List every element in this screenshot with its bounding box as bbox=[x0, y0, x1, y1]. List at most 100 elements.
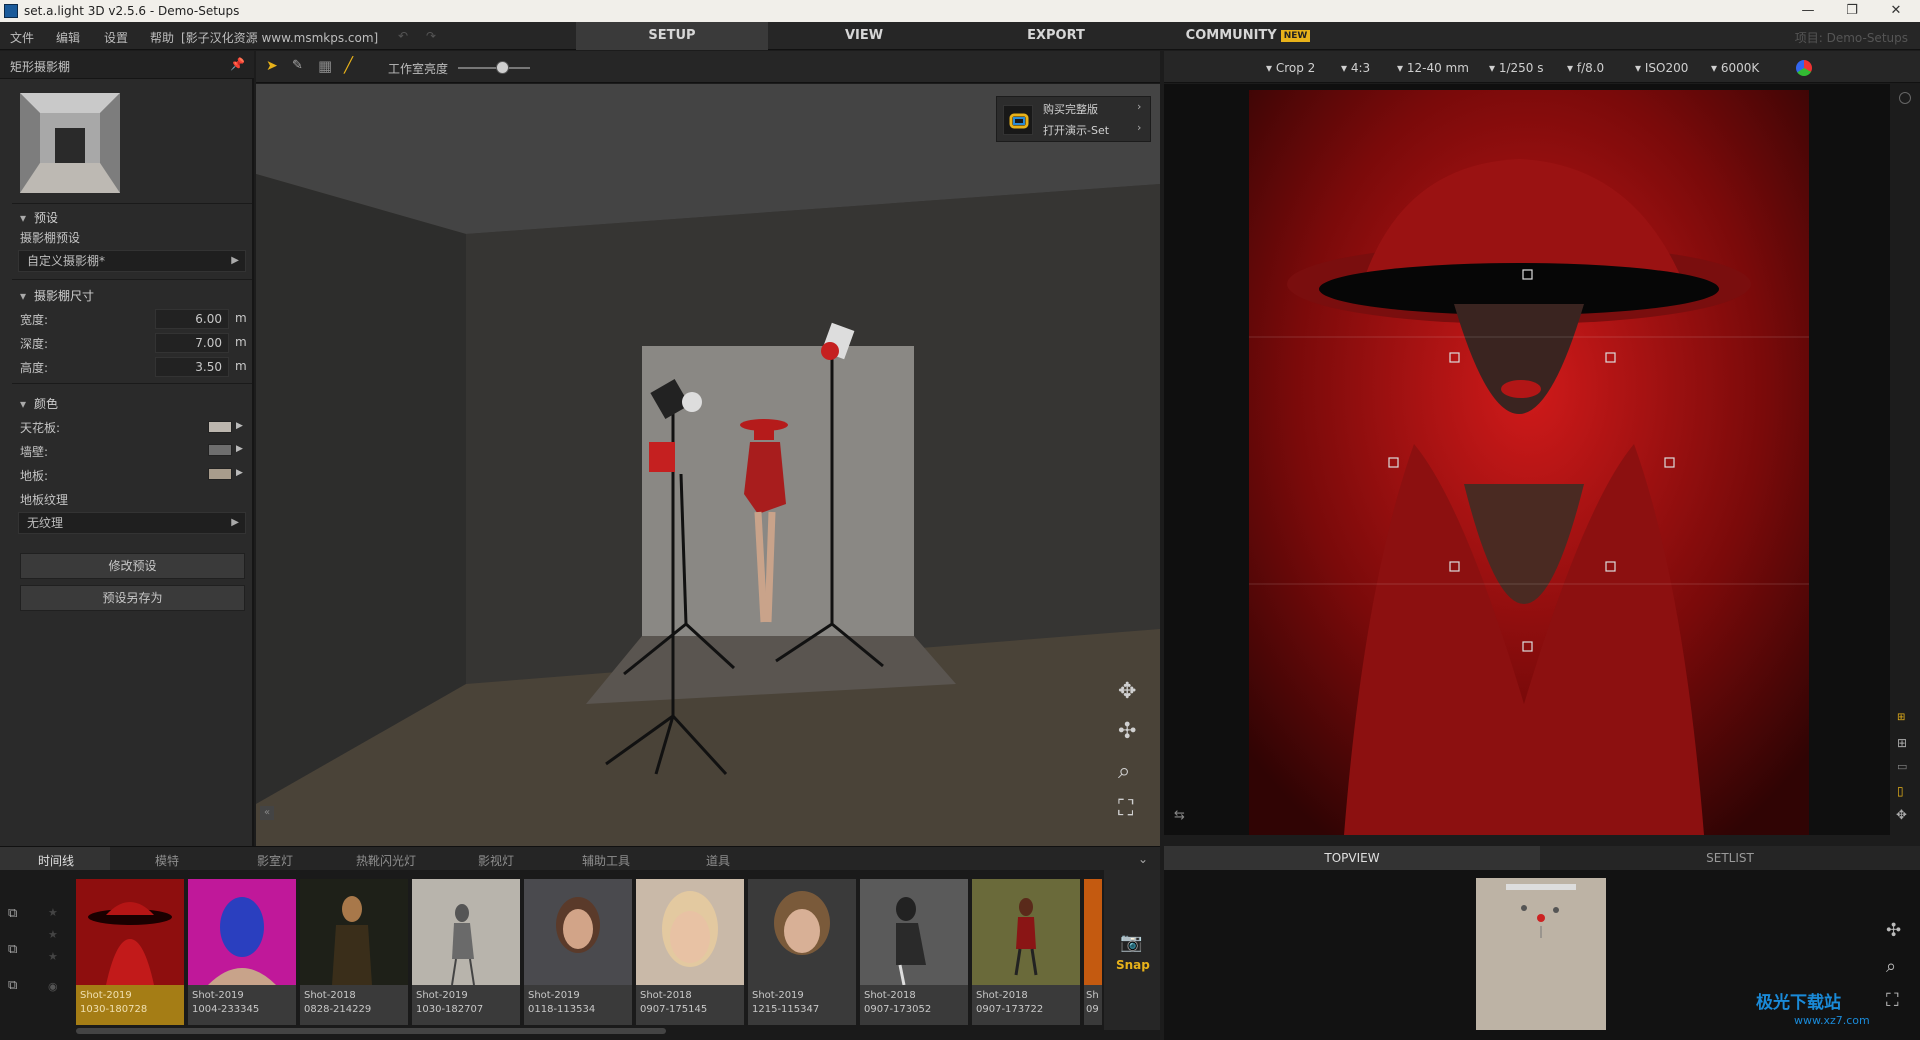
white-balance-dropdown[interactable]: ▾ 6000K bbox=[1711, 61, 1759, 75]
timeline-thumbnail[interactable]: Shot-2019 0118-113534 bbox=[524, 879, 632, 1025]
iso-dropdown[interactable]: ▾ ISO200 bbox=[1635, 61, 1688, 75]
timeline-thumbnail[interactable]: Shot-2019 1030-180728 bbox=[76, 879, 184, 1025]
select-cursor-icon[interactable]: ➤ bbox=[266, 58, 278, 74]
timeline-thumbnail[interactable]: Shot-2019 1215-115347 bbox=[748, 879, 856, 1025]
chevron-right-icon[interactable]: ▶ bbox=[236, 421, 243, 431]
frame-icon[interactable]: ▯ bbox=[1897, 784, 1904, 798]
pan-icon[interactable]: ✣ bbox=[1118, 719, 1136, 744]
brightness-slider-handle[interactable] bbox=[496, 61, 509, 74]
snap-button[interactable]: 📷 Snap bbox=[1104, 870, 1160, 1030]
tab-export[interactable]: EXPORT bbox=[960, 22, 1152, 50]
timeline-thumbnail[interactable]: Shot-2018 0907-173722 bbox=[972, 879, 1080, 1025]
community-label: COMMUNITY bbox=[1185, 28, 1277, 43]
tab-topview[interactable]: TOPVIEW bbox=[1164, 846, 1540, 870]
aperture-dropdown[interactable]: ▾ f/8.0 bbox=[1567, 61, 1604, 75]
tab-setup[interactable]: SETUP bbox=[576, 22, 768, 50]
tab-speedlights[interactable]: 热靴闪光灯 bbox=[356, 852, 416, 869]
swap-icon[interactable]: ⇆ bbox=[1174, 808, 1185, 823]
height-input[interactable]: 3.50 bbox=[155, 357, 229, 377]
tab-timeline[interactable]: 时间线 bbox=[38, 852, 74, 869]
texture-dropdown[interactable]: 无纹理 ▶ bbox=[18, 512, 246, 534]
menu-help[interactable]: 帮助 bbox=[150, 29, 174, 46]
fit-view-icon[interactable]: ⛶ bbox=[1886, 990, 1899, 1011]
fit-view-icon[interactable]: ⛶ bbox=[1118, 796, 1133, 821]
shutter-dropdown[interactable]: ▾ 1/250 s bbox=[1489, 61, 1544, 75]
size-section[interactable]: 摄影棚尺寸 bbox=[20, 287, 94, 304]
wall-color-swatch[interactable] bbox=[208, 444, 232, 456]
save-preset-as-button[interactable]: 预设另存为 bbox=[20, 585, 245, 611]
topview-panel[interactable]: ✣ ⌕ ⛶ 极光下载站 www.xz7.com bbox=[1164, 870, 1920, 1040]
crop-dropdown[interactable]: ▾ Crop 2 bbox=[1266, 61, 1315, 75]
timeline-thumbnail[interactable]: Sh 09 bbox=[1084, 879, 1102, 1025]
chevron-right-icon[interactable]: ▶ bbox=[236, 444, 243, 454]
redo-icon[interactable]: ↷ bbox=[426, 29, 436, 43]
color-channels-icon[interactable] bbox=[1796, 60, 1812, 76]
collapse-panel-icon[interactable]: « bbox=[260, 806, 274, 820]
close-icon[interactable]: ✕ bbox=[1874, 2, 1918, 20]
overlay-toggle-icon[interactable]: ⊞ bbox=[1897, 712, 1905, 723]
orbit-icon[interactable]: ✥ bbox=[1118, 679, 1136, 704]
grid-icon[interactable]: ▦ bbox=[318, 57, 332, 75]
histogram-icon[interactable]: ▭ bbox=[1897, 760, 1907, 773]
demo-overlay-menu: 购买完整版 › 打开演示-Set › bbox=[996, 96, 1151, 142]
star-icon[interactable]: ★ bbox=[48, 928, 58, 941]
chevron-right-icon[interactable]: ▶ bbox=[236, 468, 243, 478]
line-tool-icon[interactable]: ╱ bbox=[344, 56, 353, 74]
pin-icon[interactable]: 📌 bbox=[230, 57, 245, 71]
buy-full-version-link[interactable]: 购买完整版 bbox=[1043, 101, 1098, 117]
studio-preview[interactable] bbox=[20, 93, 120, 193]
height-label: 高度: bbox=[20, 361, 49, 375]
timeline-thumbnail[interactable]: Shot-2019 1004-233345 bbox=[188, 879, 296, 1025]
lens-dropdown[interactable]: ▾ 12-40 mm bbox=[1397, 61, 1469, 75]
pan-icon[interactable]: ✣ bbox=[1886, 920, 1901, 941]
brightness-slider-track[interactable] bbox=[458, 67, 530, 69]
move-icon[interactable]: ✥ bbox=[1896, 808, 1907, 823]
tab-helpers[interactable]: 辅助工具 bbox=[582, 852, 630, 869]
star-icon[interactable]: ★ bbox=[48, 950, 58, 963]
timeline-thumbnail[interactable]: Shot-2018 0907-173052 bbox=[860, 879, 968, 1025]
ratio-dropdown[interactable]: ▾ 4:3 bbox=[1341, 61, 1370, 75]
minimize-icon[interactable]: — bbox=[1786, 2, 1830, 20]
thumb-time: 1215-115347 bbox=[752, 1004, 820, 1015]
star-icon[interactable]: ★ bbox=[48, 906, 58, 919]
chevron-right-icon: › bbox=[1137, 121, 1142, 134]
tab-props[interactable]: 道具 bbox=[706, 852, 730, 869]
tab-setlist[interactable]: SETLIST bbox=[1540, 846, 1920, 870]
chevron-down-icon[interactable]: ⌄ bbox=[1138, 852, 1148, 866]
floor-color-swatch[interactable] bbox=[208, 468, 232, 480]
ceiling-color-swatch[interactable] bbox=[208, 421, 232, 433]
eye-icon[interactable]: ◉ bbox=[48, 980, 58, 993]
undo-icon[interactable]: ↶ bbox=[398, 29, 408, 43]
open-demo-set-link[interactable]: 打开演示-Set bbox=[1043, 122, 1109, 138]
color-section[interactable]: 颜色 bbox=[20, 395, 58, 412]
menu-settings[interactable]: 设置 bbox=[104, 29, 128, 46]
tab-community[interactable]: COMMUNITY NEW bbox=[1152, 22, 1344, 50]
tab-studio-lights[interactable]: 影室灯 bbox=[257, 852, 293, 869]
compare-icon[interactable]: ⧉ bbox=[8, 942, 17, 957]
depth-input[interactable]: 7.00 bbox=[155, 333, 229, 353]
menu-file[interactable]: 文件 bbox=[10, 29, 34, 46]
filmstrip-scrollbar[interactable] bbox=[76, 1028, 666, 1034]
modify-preset-button[interactable]: 修改预设 bbox=[20, 553, 245, 579]
tab-models[interactable]: 模特 bbox=[155, 852, 179, 869]
preset-dropdown[interactable]: 自定义摄影棚* ▶ bbox=[18, 250, 246, 272]
timeline-thumbnail[interactable]: Shot-2018 0828-214229 bbox=[300, 879, 408, 1025]
preset-section[interactable]: 预设 bbox=[20, 209, 58, 226]
width-input[interactable]: 6.00 bbox=[155, 309, 229, 329]
export-shot-icon[interactable]: ⧉ bbox=[8, 978, 17, 993]
chevron-right-icon: ▶ bbox=[231, 255, 239, 266]
zoom-icon[interactable]: ⌕ bbox=[1118, 759, 1130, 784]
new-badge: NEW bbox=[1280, 29, 1311, 42]
studio-3d-viewport[interactable]: 购买完整版 › 打开演示-Set › ✥ ✣ ⌕ ⛶ « bbox=[256, 84, 1160, 846]
add-shot-icon[interactable]: ⧉ bbox=[8, 906, 17, 921]
photo-preview[interactable]: ⇆ bbox=[1164, 84, 1890, 835]
tab-view[interactable]: VIEW bbox=[768, 22, 960, 50]
tab-video-lights[interactable]: 影视灯 bbox=[478, 852, 514, 869]
timeline-thumbnail[interactable]: Shot-2018 0907-175145 bbox=[636, 879, 744, 1025]
zoom-icon[interactable]: ⌕ bbox=[1886, 956, 1896, 977]
grid-overlay-icon[interactable]: ⊞ bbox=[1897, 736, 1907, 750]
timeline-thumbnail[interactable]: Shot-2019 1030-182707 bbox=[412, 879, 520, 1025]
pencil-icon[interactable]: ✎ bbox=[292, 58, 303, 73]
restore-icon[interactable]: ❐ bbox=[1830, 2, 1874, 20]
menu-edit[interactable]: 编辑 bbox=[56, 29, 80, 46]
